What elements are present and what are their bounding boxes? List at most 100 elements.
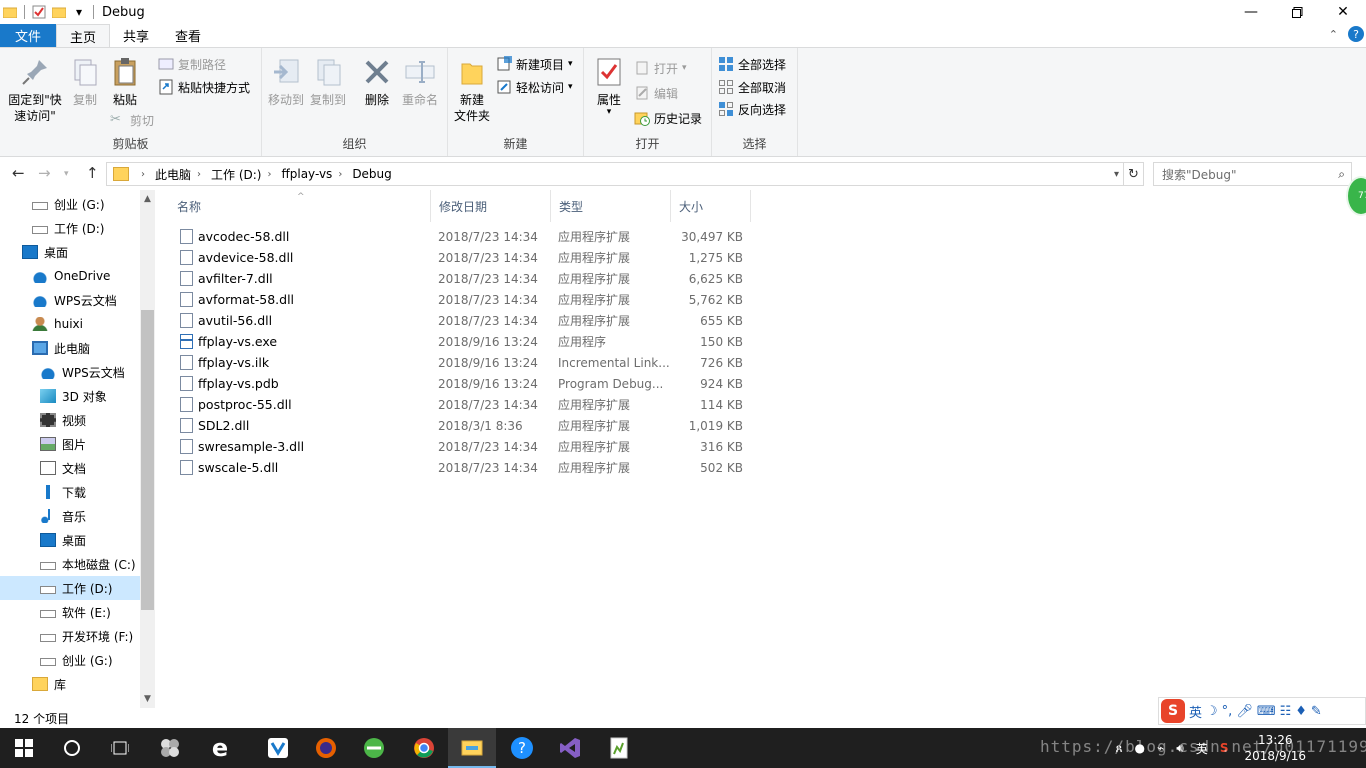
firefox-icon[interactable] bbox=[302, 728, 350, 768]
nav-item[interactable]: 视频 bbox=[40, 408, 86, 432]
pin-quick-access-button[interactable]: 固定到"快 速访问" bbox=[6, 56, 64, 124]
nav-item[interactable]: 工作 (D:) bbox=[0, 576, 140, 600]
task-view-icon[interactable] bbox=[96, 728, 144, 768]
tab-view[interactable]: 查看 bbox=[162, 24, 214, 47]
scroll-thumb[interactable] bbox=[141, 310, 154, 610]
nav-item[interactable]: 桌面 bbox=[40, 528, 86, 552]
maximize-icon[interactable] bbox=[1274, 0, 1320, 24]
file-row[interactable]: ffplay-vs.exe 2018/9/16 13:24 应用程序 150 KB bbox=[175, 331, 753, 352]
microphone-icon[interactable]: 🎤︎ bbox=[1236, 704, 1253, 719]
edge-browser-icon[interactable]: e bbox=[196, 728, 244, 768]
nav-item[interactable]: 创业 (G:) bbox=[32, 192, 105, 216]
breadcrumb-this-pc[interactable]: 此电脑 › bbox=[155, 166, 211, 183]
browser-360-icon[interactable] bbox=[350, 728, 398, 768]
file-row[interactable]: avformat-58.dll 2018/7/23 14:34 应用程序扩展 5,76… bbox=[175, 289, 753, 310]
tray-app-icon[interactable]: ● bbox=[1135, 741, 1145, 755]
wrench-icon[interactable]: ✎ bbox=[1311, 704, 1322, 719]
expand-ribbon-icon[interactable]: ⌃ bbox=[1329, 28, 1338, 41]
breadcrumb-drive-d[interactable]: 工作 (D:) › bbox=[211, 166, 281, 183]
edit-button[interactable]: 编辑 bbox=[634, 83, 678, 103]
notepad-plus-icon[interactable] bbox=[596, 728, 644, 768]
move-to-button[interactable]: 移动到 bbox=[266, 56, 306, 108]
nav-item[interactable]: 工作 (D:) bbox=[32, 216, 104, 240]
volume-icon[interactable]: 🔊︎ bbox=[1176, 741, 1184, 756]
file-row[interactable]: swscale-5.dll 2018/7/23 14:34 应用程序扩展 502 KB bbox=[175, 457, 753, 478]
feishu-app-icon[interactable] bbox=[254, 728, 302, 768]
nav-item[interactable]: WPS云文档 bbox=[40, 360, 125, 384]
back-arrow-icon[interactable]: ← bbox=[12, 164, 25, 182]
nav-item[interactable]: 开发环境 (F:) bbox=[40, 624, 133, 648]
nav-item[interactable]: 库 bbox=[32, 672, 66, 696]
scroll-down-icon[interactable]: ▼ bbox=[140, 694, 155, 704]
start-windows-icon[interactable] bbox=[0, 728, 48, 768]
select-all-button[interactable]: 全部选择 bbox=[718, 54, 786, 74]
copy-button[interactable]: 复制 bbox=[68, 56, 102, 108]
new-folder-icon[interactable] bbox=[51, 4, 67, 20]
file-explorer-icon[interactable] bbox=[448, 728, 496, 768]
properties-icon[interactable] bbox=[31, 4, 47, 20]
search-circle-icon[interactable] bbox=[48, 728, 96, 768]
address-bar[interactable]: › 此电脑 › 工作 (D:) › ffplay-vs › Debug ▾ bbox=[106, 162, 1124, 186]
breadcrumb-ffplay-vs[interactable]: ffplay-vs › bbox=[281, 167, 352, 181]
nav-item[interactable]: 3D 对象 bbox=[40, 384, 107, 408]
file-row[interactable]: swresample-3.dll 2018/7/23 14:34 应用程序扩展 316… bbox=[175, 436, 753, 457]
history-button[interactable]: 历史记录 bbox=[634, 108, 702, 128]
up-arrow-icon[interactable]: ↑ bbox=[86, 164, 99, 182]
breadcrumb-root[interactable]: › bbox=[135, 169, 155, 180]
select-none-button[interactable]: 全部取消 bbox=[718, 77, 786, 97]
column-header-date[interactable]: 修改日期 bbox=[431, 190, 551, 222]
nav-item[interactable]: 图片 bbox=[40, 432, 86, 456]
people-icon[interactable]: ጸ bbox=[1115, 741, 1122, 756]
nav-item[interactable]: 下载 bbox=[40, 480, 86, 504]
tab-home[interactable]: 主页 bbox=[56, 24, 111, 47]
easy-access-button[interactable]: 轻松访问 ▾ bbox=[496, 77, 573, 97]
forward-arrow-icon[interactable]: → bbox=[38, 164, 51, 182]
file-row[interactable]: avfilter-7.dll 2018/7/23 14:34 应用程序扩展 6,625… bbox=[175, 268, 753, 289]
sogou-logo-icon[interactable]: S bbox=[1161, 699, 1185, 723]
nav-item[interactable]: 软件 (E:) bbox=[40, 600, 111, 624]
network-icon[interactable]: ⌁ bbox=[1157, 741, 1164, 755]
delete-button[interactable]: 删除 bbox=[362, 56, 392, 108]
nav-item[interactable]: huixi bbox=[32, 312, 83, 336]
minimize-icon[interactable]: — bbox=[1228, 0, 1274, 24]
search-input[interactable]: 搜索"Debug" ⌕ bbox=[1153, 162, 1352, 186]
moon-icon[interactable]: ☽ bbox=[1206, 704, 1218, 719]
keyboard-icon[interactable]: ⌨ bbox=[1257, 704, 1276, 719]
recent-locations-icon[interactable]: ▾ bbox=[64, 169, 69, 179]
file-row[interactable]: ffplay-vs.pdb 2018/9/16 13:24 Program Debu… bbox=[175, 373, 753, 394]
nav-item[interactable]: 本地磁盘 (C:) bbox=[40, 552, 136, 576]
rename-button[interactable]: 重命名 bbox=[400, 56, 440, 108]
invert-selection-button[interactable]: 反向选择 bbox=[718, 99, 786, 119]
cut-button[interactable]: ✂ 剪切 bbox=[110, 110, 154, 130]
nav-item[interactable]: 桌面 bbox=[22, 240, 68, 264]
column-header-size[interactable]: 大小 bbox=[671, 190, 751, 222]
copy-to-button[interactable]: 复制到 bbox=[308, 56, 348, 108]
column-header-name[interactable]: 名称 bbox=[169, 190, 431, 222]
properties-button[interactable]: 属性 ▾ bbox=[592, 56, 626, 117]
tab-file[interactable]: 文件 bbox=[0, 24, 56, 47]
punctuation-icon[interactable]: °, bbox=[1222, 704, 1233, 719]
breadcrumb-debug[interactable]: Debug bbox=[352, 167, 391, 181]
help-app-icon[interactable]: ? bbox=[498, 728, 546, 768]
close-icon[interactable]: ✕ bbox=[1320, 0, 1366, 24]
app-pinwheel-icon[interactable] bbox=[146, 728, 194, 768]
ime-indicator[interactable]: 英 bbox=[1196, 740, 1208, 757]
file-row[interactable]: postproc-55.dll 2018/7/23 14:34 应用程序扩展 114 … bbox=[175, 394, 753, 415]
paste-button[interactable]: 粘贴 bbox=[108, 56, 142, 108]
nav-item[interactable]: OneDrive bbox=[32, 264, 110, 288]
skin-icon[interactable]: ☷ bbox=[1280, 704, 1292, 719]
tab-share[interactable]: 共享 bbox=[110, 24, 162, 47]
file-row[interactable]: SDL2.dll 2018/3/1 8:36 应用程序扩展 1,019 KB bbox=[175, 415, 753, 436]
nav-item[interactable]: 创业 (G:) bbox=[40, 648, 113, 672]
refresh-icon[interactable]: ↻ bbox=[1124, 162, 1144, 186]
chrome-icon[interactable] bbox=[400, 728, 448, 768]
new-folder-button[interactable]: 新建 文件夹 bbox=[452, 56, 492, 124]
nav-item[interactable]: 此电脑 bbox=[32, 336, 90, 360]
nav-item[interactable]: WPS云文档 bbox=[32, 288, 117, 312]
ime-language-toggle[interactable]: 英 bbox=[1189, 702, 1202, 721]
nav-scrollbar[interactable]: ▲ ▼ bbox=[140, 190, 155, 708]
address-dropdown-icon[interactable]: ▾ bbox=[1114, 169, 1119, 180]
sogou-tray-icon[interactable]: S bbox=[1220, 741, 1229, 755]
file-row[interactable]: avcodec-58.dll 2018/7/23 14:34 应用程序扩展 30,49… bbox=[175, 226, 753, 247]
file-row[interactable]: avutil-56.dll 2018/7/23 14:34 应用程序扩展 655 KB bbox=[175, 310, 753, 331]
